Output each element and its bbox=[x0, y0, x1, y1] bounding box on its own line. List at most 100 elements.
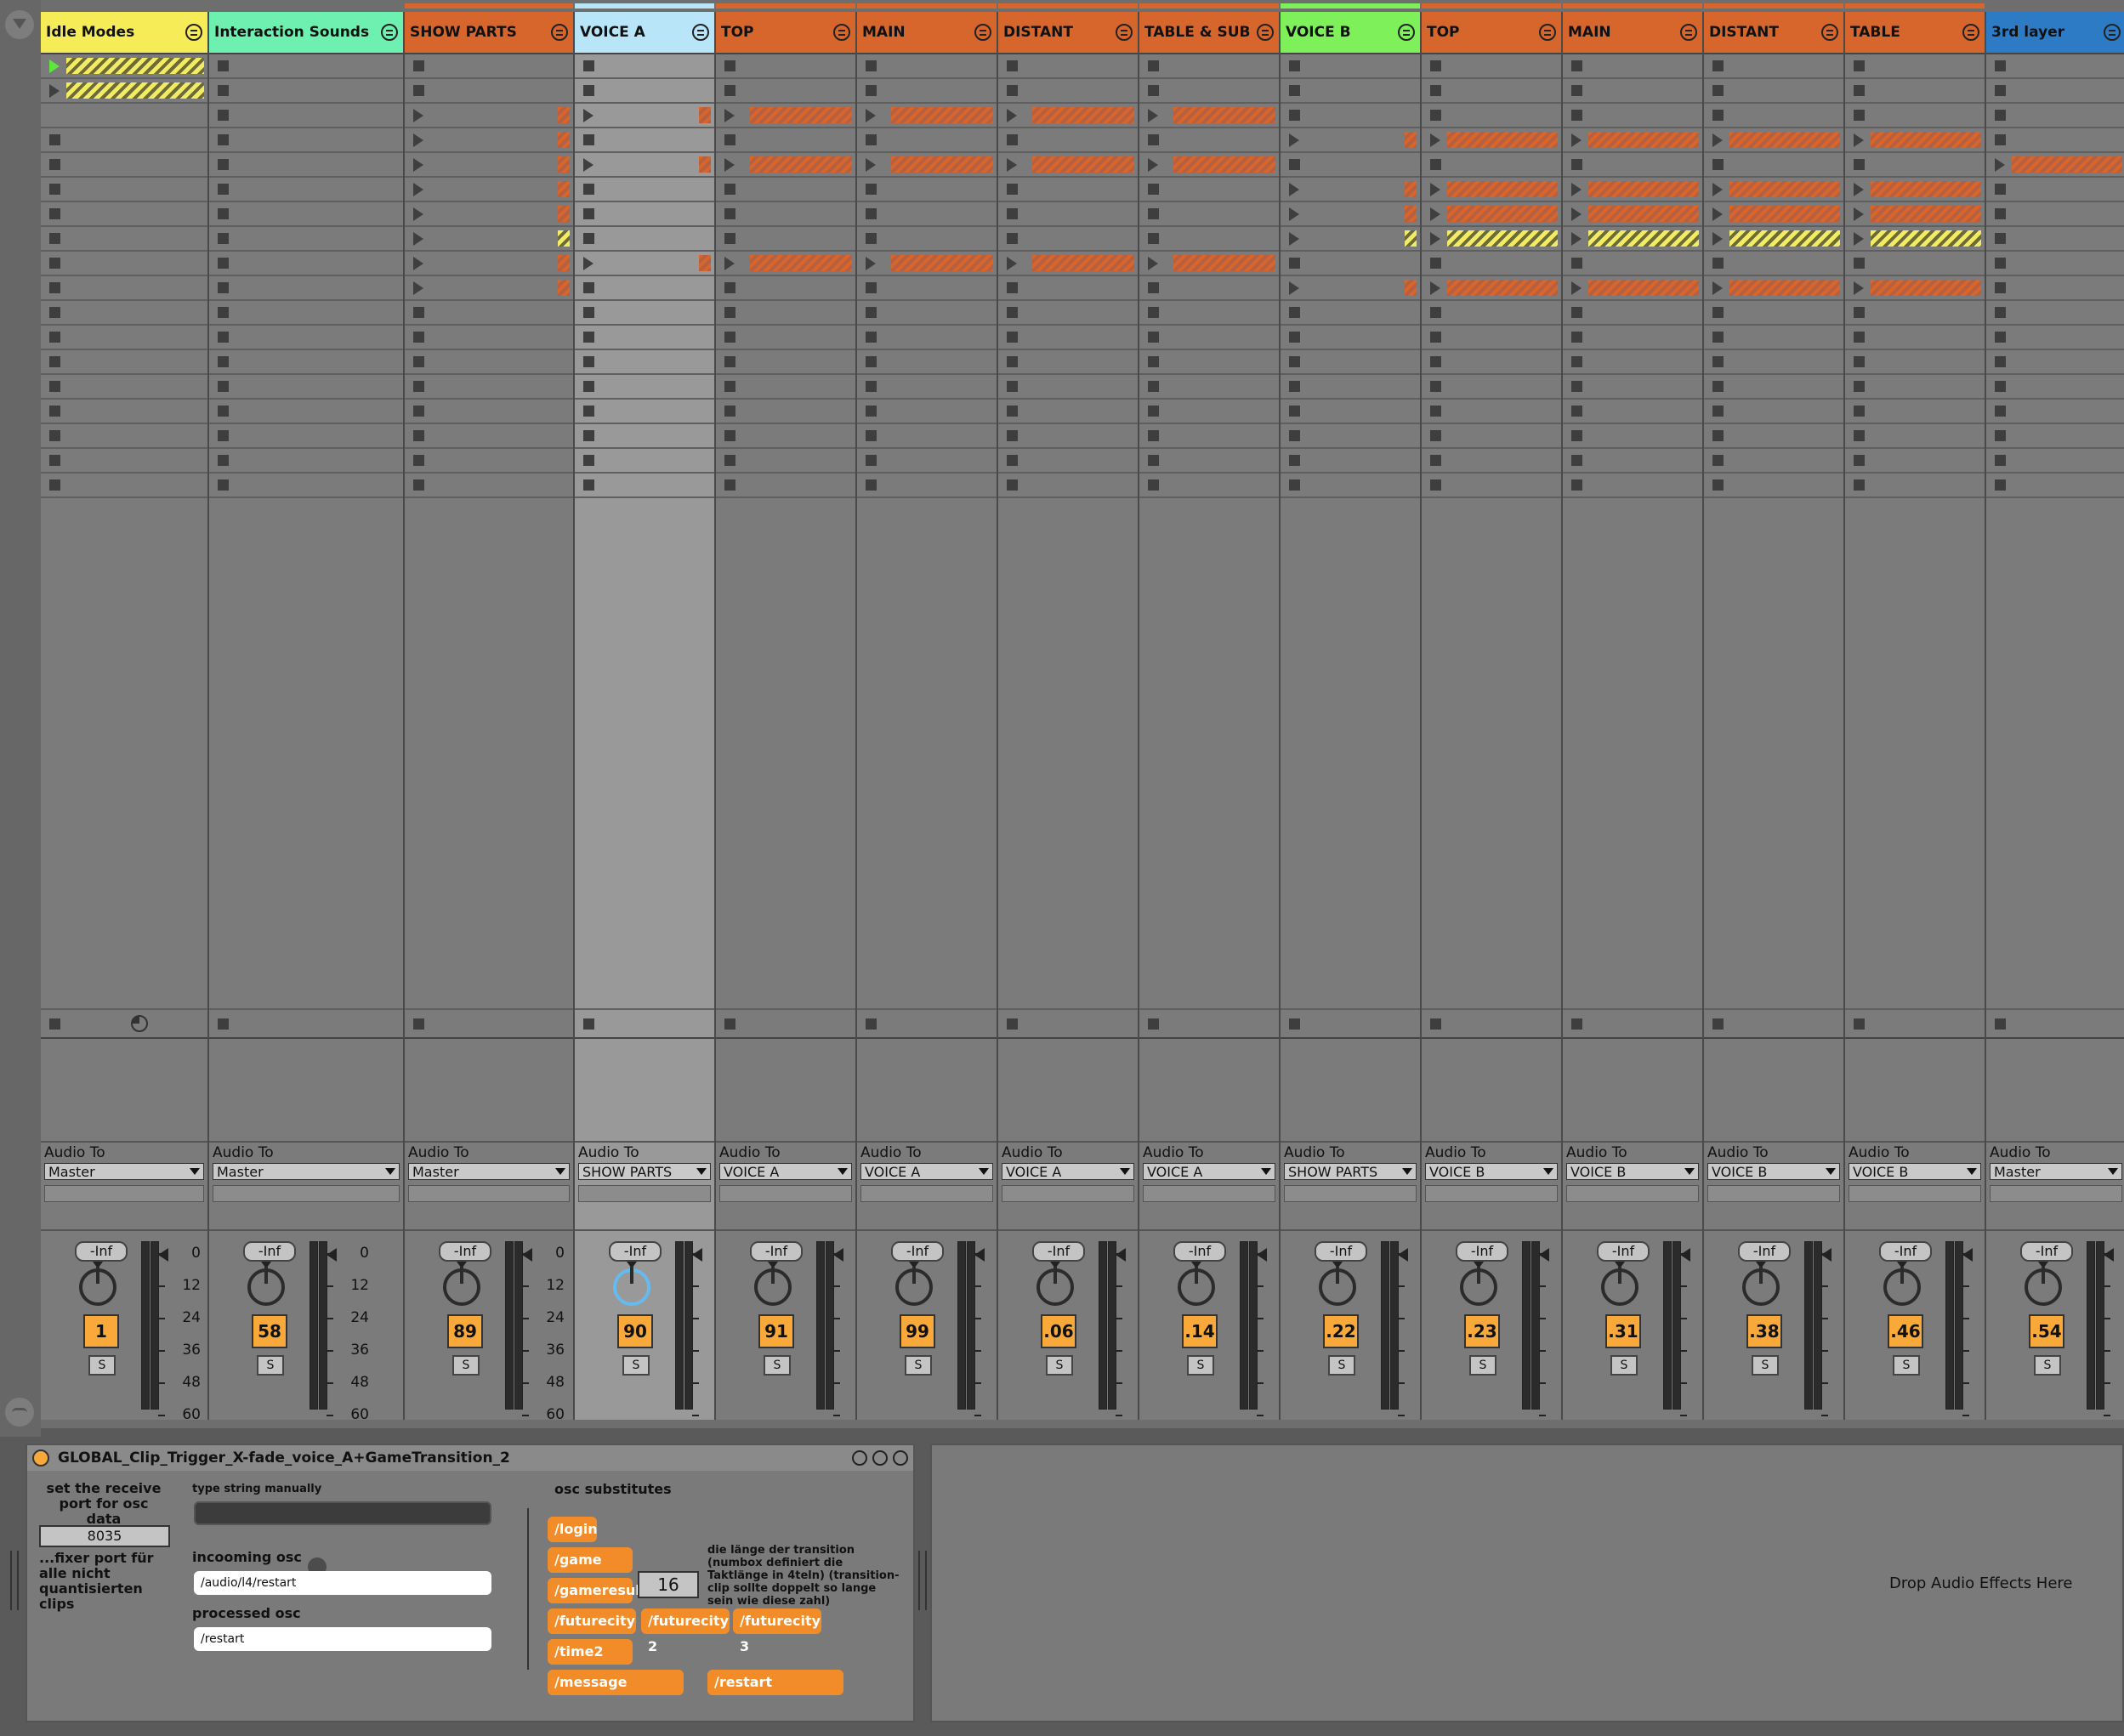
stop-button-icon[interactable] bbox=[1148, 307, 1159, 318]
stop-button-icon[interactable] bbox=[1430, 381, 1441, 392]
clip-slot[interactable] bbox=[41, 178, 207, 202]
stop-button-icon[interactable] bbox=[1712, 356, 1724, 367]
clip-slot[interactable] bbox=[405, 474, 573, 498]
stop-button-icon[interactable] bbox=[1430, 332, 1441, 343]
stop-button-icon[interactable] bbox=[1007, 430, 1018, 441]
stop-button-icon[interactable] bbox=[49, 258, 60, 269]
stop-button-icon[interactable] bbox=[218, 307, 229, 318]
peak-level-display[interactable]: -Inf bbox=[2020, 1241, 2073, 1262]
clip-launch-icon[interactable] bbox=[583, 108, 593, 122]
output-channel-select[interactable] bbox=[719, 1185, 852, 1202]
clip-launch-icon[interactable] bbox=[724, 108, 735, 122]
clip-launch-icon[interactable] bbox=[1430, 281, 1440, 295]
stop-button-icon[interactable] bbox=[1571, 60, 1582, 71]
stop-button-icon[interactable] bbox=[218, 479, 229, 491]
track-header[interactable]: Interaction Sounds bbox=[209, 12, 403, 54]
track-activator-number[interactable]: .06 bbox=[1041, 1314, 1076, 1348]
track-menu-icon[interactable] bbox=[1962, 24, 1979, 41]
clip[interactable] bbox=[1729, 132, 1840, 148]
clip-slot[interactable] bbox=[1704, 375, 1843, 400]
stop-button-icon[interactable] bbox=[1854, 110, 1865, 121]
clip[interactable] bbox=[1447, 230, 1558, 247]
clip-launch-icon[interactable] bbox=[1148, 256, 1158, 270]
stop-button-icon[interactable] bbox=[724, 282, 735, 293]
clip-slot[interactable] bbox=[1563, 153, 1702, 178]
clip-slot[interactable] bbox=[405, 449, 573, 474]
stop-button-icon[interactable] bbox=[866, 282, 877, 293]
clip-launch-icon[interactable] bbox=[724, 157, 735, 172]
stop-button-icon[interactable] bbox=[724, 184, 735, 195]
peak-level-display[interactable]: -Inf bbox=[1315, 1241, 1367, 1262]
clip-launch-icon[interactable] bbox=[1854, 133, 1864, 147]
clip-slot[interactable] bbox=[405, 276, 573, 301]
stop-button-icon[interactable] bbox=[1430, 85, 1441, 96]
stop-button-icon[interactable] bbox=[866, 406, 877, 417]
clip-slot[interactable] bbox=[1986, 227, 2124, 252]
clip-slot[interactable] bbox=[41, 350, 207, 375]
clip-slot[interactable] bbox=[41, 79, 207, 104]
clip-slot[interactable] bbox=[575, 178, 714, 202]
stop-button-icon[interactable] bbox=[1148, 60, 1159, 71]
track-column[interactable]: DISTANTAudio ToVOICE B-Inf.38S0122436486… bbox=[1704, 3, 1864, 1423]
clip-slot[interactable] bbox=[1281, 375, 1420, 400]
track-menu-icon[interactable] bbox=[381, 24, 398, 41]
stop-button-icon[interactable] bbox=[49, 282, 60, 293]
stop-button-icon[interactable] bbox=[1712, 455, 1724, 466]
clip[interactable] bbox=[1871, 181, 1981, 197]
clip-slot[interactable] bbox=[1986, 153, 2124, 178]
track-header[interactable]: VOICE A bbox=[575, 12, 714, 54]
clip[interactable] bbox=[558, 280, 570, 296]
clip-slot[interactable] bbox=[1704, 326, 1843, 350]
clip-slot[interactable] bbox=[716, 202, 855, 227]
track-menu-icon[interactable] bbox=[185, 24, 202, 41]
clip-slot[interactable] bbox=[1845, 153, 1985, 178]
track-stop-icon[interactable] bbox=[1571, 1018, 1582, 1030]
clip[interactable] bbox=[750, 255, 852, 271]
stop-button-icon[interactable] bbox=[866, 134, 877, 145]
clip-slot[interactable] bbox=[716, 375, 855, 400]
clip[interactable] bbox=[1405, 206, 1417, 222]
clip[interactable] bbox=[1032, 255, 1134, 271]
clip-slot[interactable] bbox=[1422, 276, 1561, 301]
track-header[interactable]: MAIN bbox=[1563, 12, 1702, 54]
clip-slot[interactable] bbox=[1704, 252, 1843, 276]
clip-slot[interactable] bbox=[41, 202, 207, 227]
clip-slot[interactable] bbox=[1986, 276, 2124, 301]
clip-slot[interactable] bbox=[1139, 153, 1279, 178]
clip-slot[interactable] bbox=[575, 252, 714, 276]
clip-slot[interactable] bbox=[1704, 178, 1843, 202]
stop-button-icon[interactable] bbox=[1007, 479, 1018, 491]
clip[interactable] bbox=[1173, 255, 1275, 271]
stop-button-icon[interactable] bbox=[1148, 208, 1159, 219]
track-header[interactable]: VOICE B bbox=[1281, 12, 1420, 54]
empty-slot-area[interactable] bbox=[1845, 498, 1985, 1010]
clip-slot[interactable] bbox=[575, 400, 714, 424]
stop-button-icon[interactable] bbox=[1430, 60, 1441, 71]
stop-button-icon[interactable] bbox=[49, 159, 60, 170]
clip[interactable] bbox=[1588, 181, 1699, 197]
clip-slot[interactable] bbox=[1986, 375, 2124, 400]
track-header[interactable]: 3rd layer bbox=[1986, 12, 2124, 54]
clip-slot[interactable] bbox=[1563, 202, 1702, 227]
clip-slot[interactable] bbox=[405, 252, 573, 276]
track-activator-number[interactable]: .23 bbox=[1464, 1314, 1500, 1348]
stop-button-icon[interactable] bbox=[1995, 307, 2006, 318]
stop-button-icon[interactable] bbox=[583, 85, 594, 96]
clip-slot[interactable] bbox=[1422, 474, 1561, 498]
clip-slot[interactable] bbox=[1422, 79, 1561, 104]
stop-button-icon[interactable] bbox=[49, 381, 60, 392]
clip-launch-icon[interactable] bbox=[583, 157, 593, 172]
output-channel-select[interactable] bbox=[1849, 1185, 1981, 1202]
stop-button-icon[interactable] bbox=[583, 208, 594, 219]
track-menu-icon[interactable] bbox=[1257, 24, 1274, 41]
stop-button-icon[interactable] bbox=[1995, 356, 2006, 367]
stop-button-icon[interactable] bbox=[218, 430, 229, 441]
stop-button-icon[interactable] bbox=[49, 430, 60, 441]
clip-slot[interactable] bbox=[41, 54, 207, 79]
stop-button-icon[interactable] bbox=[1571, 159, 1582, 170]
clip-slot[interactable] bbox=[1139, 449, 1279, 474]
stop-button-icon[interactable] bbox=[583, 332, 594, 343]
port-number-box[interactable]: 8035 bbox=[39, 1525, 170, 1547]
clip-slot[interactable] bbox=[1704, 474, 1843, 498]
output-routing-select[interactable]: VOICE B bbox=[1425, 1163, 1558, 1180]
